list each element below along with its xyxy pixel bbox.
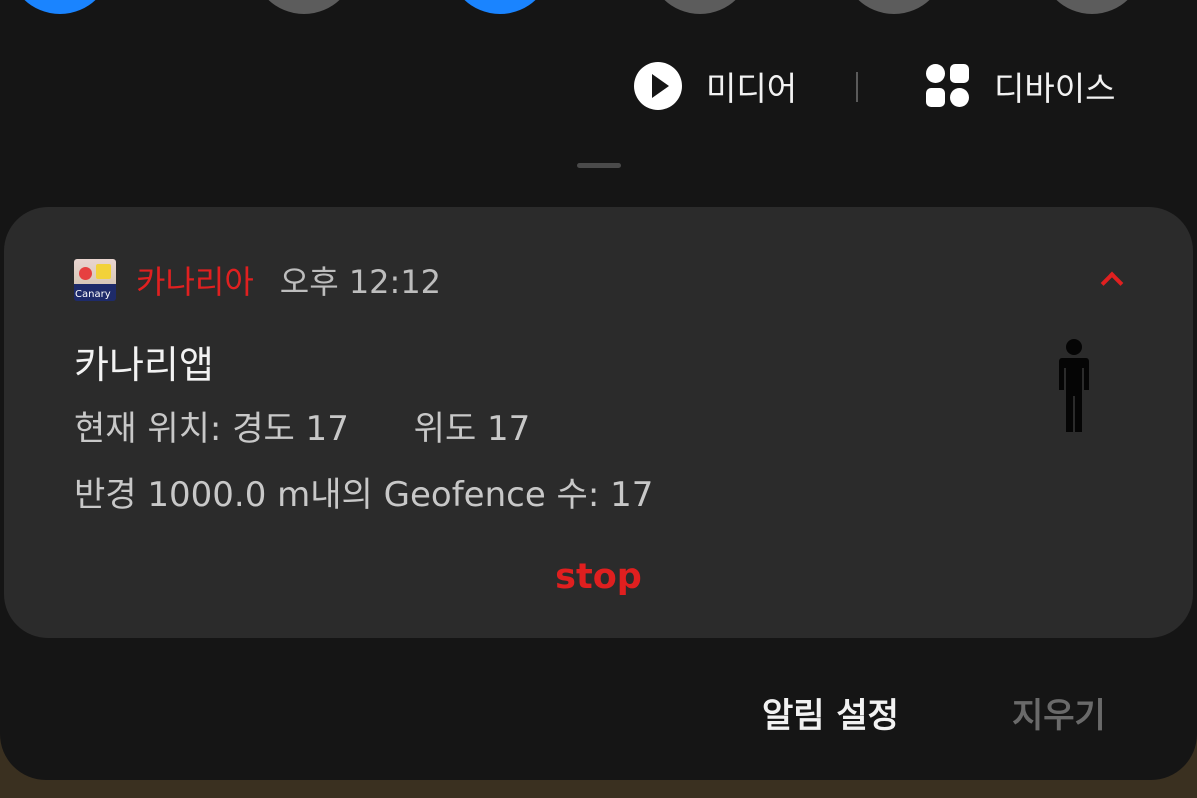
quick-toggle-3[interactable]: [448, 0, 552, 14]
play-icon: [634, 62, 682, 110]
quick-toggle-4[interactable]: [648, 0, 752, 14]
media-label: 미디어: [706, 69, 798, 108]
divider: [856, 72, 858, 102]
app-icon: Canary: [74, 259, 116, 301]
notification-settings-button[interactable]: 알림 설정: [762, 688, 899, 737]
media-button[interactable]: 미디어: [634, 56, 797, 116]
notification-title: 카나리앱: [74, 343, 214, 387]
quick-toggle-1[interactable]: [8, 0, 112, 14]
person-standing-icon: [1059, 339, 1089, 432]
devices-icon: [926, 64, 970, 108]
media-devices-bar: 미디어 디바이스: [0, 56, 1197, 116]
notification-header: Canary 카나리아 오후 12:12: [74, 258, 441, 302]
location-text: 현재 위치: 경도 17 위도 17: [74, 409, 531, 449]
stop-action-button[interactable]: stop: [4, 557, 1193, 597]
notification-card[interactable]: Canary 카나리아 오후 12:12 카나리앱 현재 위치: 경도 17 위…: [4, 207, 1193, 638]
app-name: 카나리아: [136, 263, 254, 301]
drag-handle[interactable]: [577, 163, 621, 168]
quick-toggle-2[interactable]: [252, 0, 356, 14]
clear-all-button[interactable]: 지우기: [1012, 688, 1106, 737]
notification-time: 오후 12:12: [279, 263, 442, 301]
geofence-count-text: 반경 1000.0 m내의 Geofence 수: 17: [74, 475, 654, 515]
quick-toggle-5[interactable]: [842, 0, 946, 14]
notification-shade: 미디어 디바이스 Canary 카나리아 오후 12:12 카나리앱 현재 위치…: [0, 0, 1197, 780]
devices-button[interactable]: 디바이스: [926, 56, 1115, 116]
devices-label: 디바이스: [994, 69, 1116, 108]
shade-actions: 알림 설정 지우기: [0, 684, 1197, 744]
quick-toggle-6[interactable]: [1040, 0, 1144, 14]
app-icon-text: Canary: [75, 289, 111, 300]
collapse-chevron-icon[interactable]: [1100, 271, 1124, 295]
